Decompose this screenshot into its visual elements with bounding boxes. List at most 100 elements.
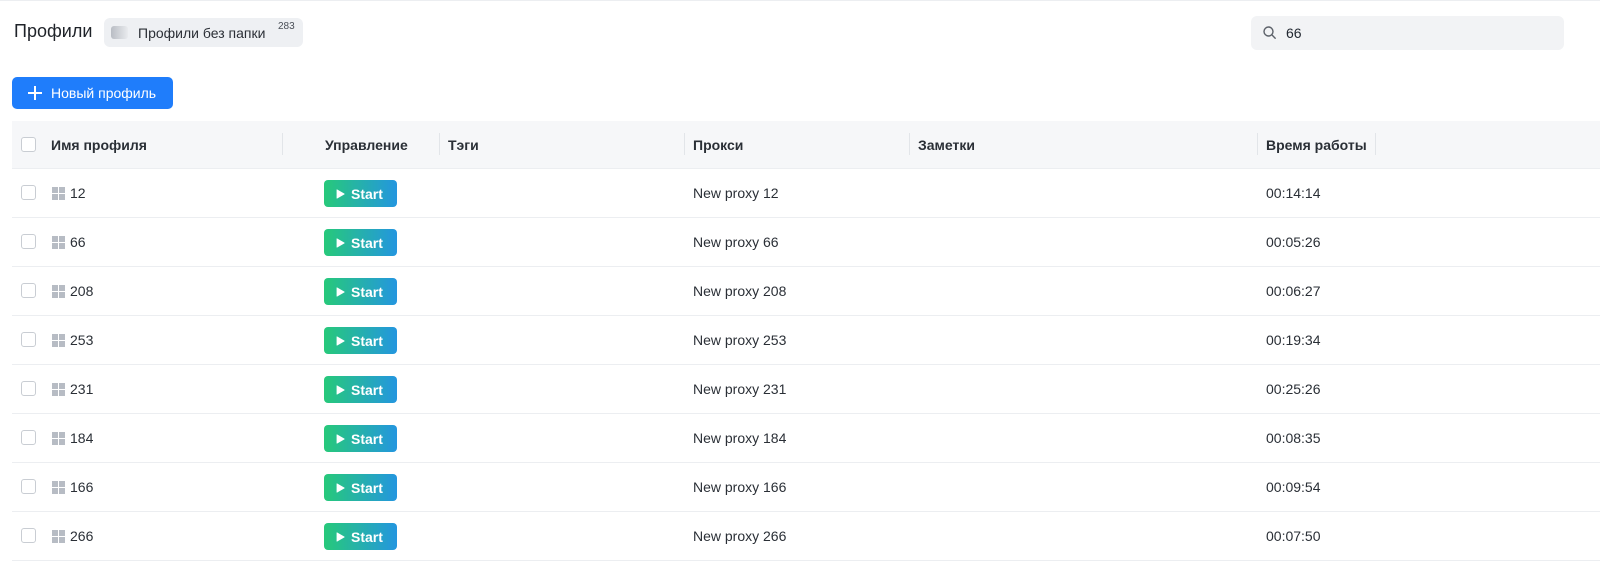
column-resize-handle[interactable] — [1375, 133, 1376, 155]
proxy-name: New proxy 12 — [693, 185, 779, 201]
uptime-value: 00:09:54 — [1266, 479, 1321, 495]
row-checkbox[interactable] — [21, 381, 36, 396]
uptime-value: 00:25:26 — [1266, 381, 1321, 397]
profile-name[interactable]: 166 — [70, 479, 93, 495]
table-row[interactable]: 266 Start New proxy 266 00:07:50 — [12, 512, 1600, 561]
proxy-name: New proxy 66 — [693, 234, 779, 250]
profile-grid-icon — [52, 187, 65, 200]
start-button[interactable]: Start — [324, 474, 397, 501]
start-button-label: Start — [351, 234, 383, 251]
start-button-label: Start — [351, 283, 383, 300]
search-icon — [1263, 26, 1276, 39]
page-header: Профили Профили без папки 283 — [0, 0, 1600, 66]
search-input[interactable] — [1286, 23, 1546, 43]
row-checkbox[interactable] — [21, 185, 36, 200]
column-header-tags[interactable]: Тэги — [448, 137, 479, 153]
column-resize-handle[interactable] — [439, 133, 440, 155]
play-icon — [336, 286, 345, 297]
select-all-checkbox[interactable] — [21, 137, 36, 152]
row-checkbox[interactable] — [21, 528, 36, 543]
column-header-notes[interactable]: Заметки — [918, 137, 975, 153]
folder-chip-label: Профили без папки — [138, 24, 266, 41]
row-checkbox[interactable] — [21, 332, 36, 347]
profile-grid-icon — [52, 383, 65, 396]
new-profile-label: Новый профиль — [51, 85, 157, 101]
row-checkbox[interactable] — [21, 234, 36, 249]
play-icon — [336, 237, 345, 248]
row-checkbox[interactable] — [21, 430, 36, 445]
uptime-value: 00:05:26 — [1266, 234, 1321, 250]
proxy-name: New proxy 166 — [693, 479, 787, 495]
start-button[interactable]: Start — [324, 278, 397, 305]
play-icon — [336, 531, 345, 542]
column-header-proxy[interactable]: Прокси — [693, 137, 743, 153]
proxy-name: New proxy 231 — [693, 381, 787, 397]
start-button[interactable]: Start — [324, 523, 397, 550]
table-row[interactable]: 184 Start New proxy 184 00:08:35 — [12, 414, 1600, 463]
row-checkbox[interactable] — [21, 479, 36, 494]
table-header: Имя профиля Управление Тэги Прокси Замет… — [12, 121, 1600, 169]
profile-name[interactable]: 12 — [70, 185, 86, 201]
profile-grid-icon — [52, 481, 65, 494]
table-row[interactable]: 166 Start New proxy 166 00:09:54 — [12, 463, 1600, 512]
start-button-label: Start — [351, 332, 383, 349]
table-row[interactable]: 66 Start New proxy 66 00:05:26 — [12, 218, 1600, 267]
proxy-name: New proxy 184 — [693, 430, 787, 446]
start-button-label: Start — [351, 528, 383, 545]
play-icon — [336, 482, 345, 493]
column-header-control[interactable]: Управление — [325, 137, 408, 153]
proxy-name: New proxy 253 — [693, 332, 787, 348]
column-resize-handle[interactable] — [1257, 133, 1258, 155]
profile-name[interactable]: 253 — [70, 332, 93, 348]
table-row[interactable]: 253 Start New proxy 253 00:19:34 — [12, 316, 1600, 365]
new-profile-button[interactable]: Новый профиль — [12, 77, 173, 109]
play-icon — [336, 188, 345, 199]
uptime-value: 00:19:34 — [1266, 332, 1321, 348]
start-button[interactable]: Start — [324, 180, 397, 207]
search-box[interactable] — [1251, 16, 1564, 50]
start-button[interactable]: Start — [324, 229, 397, 256]
start-button[interactable]: Start — [324, 425, 397, 452]
start-button[interactable]: Start — [324, 327, 397, 354]
plus-icon — [28, 86, 42, 100]
row-checkbox[interactable] — [21, 283, 36, 298]
column-header-uptime[interactable]: Время работы — [1266, 137, 1367, 153]
folder-icon — [111, 26, 128, 39]
uptime-value: 00:07:50 — [1266, 528, 1321, 544]
column-resize-handle[interactable] — [909, 133, 910, 155]
start-button-label: Start — [351, 185, 383, 202]
profile-name[interactable]: 66 — [70, 234, 86, 250]
table-row[interactable]: 231 Start New proxy 231 00:25:26 — [12, 365, 1600, 414]
start-button-label: Start — [351, 430, 383, 447]
column-resize-handle[interactable] — [684, 133, 685, 155]
folder-filter-chip[interactable]: Профили без папки 283 — [104, 18, 303, 47]
profile-grid-icon — [52, 334, 65, 347]
uptime-value: 00:06:27 — [1266, 283, 1321, 299]
proxy-name: New proxy 208 — [693, 283, 787, 299]
column-header-name[interactable]: Имя профиля — [51, 137, 147, 153]
profile-name[interactable]: 231 — [70, 381, 93, 397]
folder-count-badge: 283 — [278, 21, 295, 32]
play-icon — [336, 433, 345, 444]
profile-grid-icon — [52, 285, 65, 298]
play-icon — [336, 384, 345, 395]
profile-grid-icon — [52, 432, 65, 445]
table-row[interactable]: 12 Start New proxy 12 00:14:14 — [12, 169, 1600, 218]
page-title: Профили — [14, 21, 93, 41]
profile-name[interactable]: 184 — [70, 430, 93, 446]
profiles-table: Имя профиля Управление Тэги Прокси Замет… — [12, 121, 1600, 561]
start-button-label: Start — [351, 479, 383, 496]
profile-name[interactable]: 266 — [70, 528, 93, 544]
play-icon — [336, 335, 345, 346]
start-button-label: Start — [351, 381, 383, 398]
profile-grid-icon — [52, 530, 65, 543]
profile-name[interactable]: 208 — [70, 283, 93, 299]
column-resize-handle[interactable] — [282, 133, 283, 155]
table-row[interactable]: 208 Start New proxy 208 00:06:27 — [12, 267, 1600, 316]
start-button[interactable]: Start — [324, 376, 397, 403]
uptime-value: 00:14:14 — [1266, 185, 1321, 201]
table-body: 12 Start New proxy 12 00:14:14 66 Start … — [12, 169, 1600, 561]
proxy-name: New proxy 266 — [693, 528, 787, 544]
profile-grid-icon — [52, 236, 65, 249]
uptime-value: 00:08:35 — [1266, 430, 1321, 446]
